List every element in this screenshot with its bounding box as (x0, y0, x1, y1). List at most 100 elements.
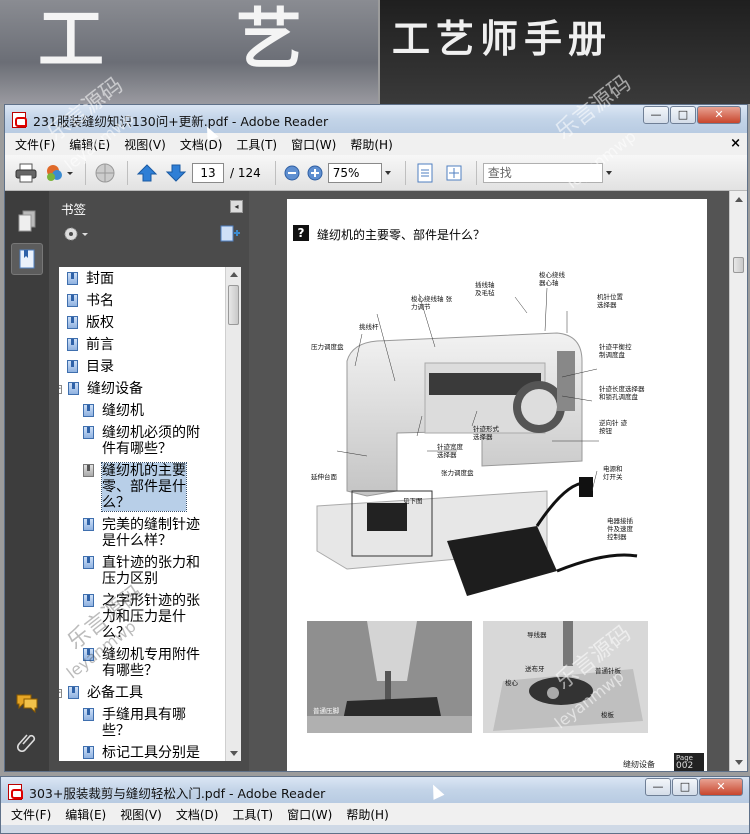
scroll-thumb[interactable] (228, 285, 239, 325)
navigation-rail (5, 191, 49, 771)
pages-panel-button[interactable] (11, 205, 43, 237)
minimize-button[interactable]: — (645, 778, 671, 796)
callout-label: 逆向针 迹按钮 (599, 419, 628, 435)
menu-edit[interactable]: 编辑(E) (65, 806, 106, 823)
callout-label: 插线轴 及毛毡 (475, 281, 495, 297)
pdf-page: ? 缝纫机的主要零、部件是什么？ 梭心绕线轴 张力调节 插线轴 及毛毡 梭心绕线… (287, 199, 707, 771)
page-heading: 缝纫机的主要零、部件是什么？ (317, 228, 486, 242)
bookmark-label: 版权 (86, 315, 114, 331)
bookmark-item[interactable]: 标记工具分别是 (83, 745, 200, 761)
menu-view[interactable]: 视图(V) (120, 806, 162, 823)
callout-label: 见下图 (403, 497, 423, 505)
zoom-level-select[interactable]: 75% (327, 162, 382, 183)
callout-label: 普通压脚 (313, 707, 339, 715)
bookmark-item[interactable]: 缝纫机 (83, 403, 144, 419)
bookmark-label: 必备工具 (87, 685, 143, 701)
menu-view[interactable]: 视图(V) (124, 136, 166, 153)
bookmark-item[interactable]: 直针迹的张力和 压力区别 (83, 555, 200, 587)
menu-document[interactable]: 文档(D) (180, 136, 223, 153)
collapse-icon[interactable]: − (59, 385, 62, 394)
next-page-button[interactable] (163, 160, 189, 186)
close-document-icon[interactable]: × (730, 136, 741, 151)
scroll-down-icon[interactable] (230, 751, 238, 756)
menu-tools[interactable]: 工具(T) (232, 806, 273, 823)
bookmark-label-line: 直针迹的张力和 (102, 555, 200, 571)
globe-icon (95, 163, 115, 182)
comments-panel-button[interactable] (11, 687, 43, 719)
cover-char: 工 (38, 1, 104, 78)
bookmark-item[interactable]: 完美的缝制针迹 是什么样？ (83, 517, 200, 549)
bookmarks-header: 书签 ◂ (49, 191, 249, 221)
scroll-up-icon[interactable] (230, 272, 238, 277)
pdf-app-icon (12, 112, 27, 128)
chevron-down-icon[interactable] (384, 170, 391, 175)
bookmark-item[interactable]: 之字形针迹的张 力和压力是什 么？ (83, 593, 200, 641)
bookmark-item[interactable]: 缝纫机专用附件 有哪些？ (83, 647, 200, 679)
full-screen-button[interactable] (441, 160, 467, 186)
second-title-bar[interactable]: 303+服装裁剪与缝纫轻松入门.pdf - Adobe Reader — □ ✕ (1, 777, 749, 803)
attachments-panel-button[interactable] (11, 725, 43, 757)
menu-document[interactable]: 文档(D) (176, 806, 219, 823)
minimize-button[interactable]: — (643, 106, 669, 124)
collapse-panel-button[interactable]: ◂ (230, 200, 243, 213)
close-button[interactable]: ✕ (699, 778, 743, 796)
arrow-up-icon (136, 163, 158, 181)
bookmark-label: 缝纫机的主要 零、部件是什 么？ (101, 462, 187, 512)
bookmark-item[interactable]: − 必备工具 (59, 685, 143, 701)
previous-page-button[interactable] (134, 160, 160, 186)
share-button[interactable] (42, 160, 76, 186)
menu-edit[interactable]: 编辑(E) (69, 136, 110, 153)
callout-label: 张力调度盘 (441, 469, 474, 477)
bookmark-item[interactable]: 书名 (67, 293, 114, 309)
bookmark-item[interactable]: − 缝纫设备 (59, 381, 143, 397)
bookmark-label: 完美的缝制针迹 是什么样？ (102, 517, 200, 549)
bookmark-item[interactable]: 缝纫机的主要 零、部件是什 么？ (83, 462, 187, 512)
pages-icon (18, 210, 36, 232)
bookmark-item[interactable]: 版权 (67, 315, 114, 331)
bookmark-label-line: 目录 (86, 359, 114, 375)
document-view[interactable]: ? 缝纫机的主要零、部件是什么？ 梭心绕线轴 张力调节 插线轴 及毛毡 梭心绕线… (249, 191, 729, 771)
menu-file[interactable]: 文件(F) (15, 136, 55, 153)
zoom-in-button[interactable] (305, 160, 325, 186)
print-button[interactable] (13, 160, 39, 186)
find-options-chevron-icon[interactable] (605, 170, 612, 175)
scroll-up-icon[interactable] (735, 197, 743, 202)
page-number-input[interactable]: 13 (192, 162, 224, 183)
background-cover-left: 工 艺 (0, 0, 378, 104)
scroll-thumb[interactable] (733, 257, 744, 273)
document-scrollbar[interactable] (729, 191, 747, 771)
menu-tools[interactable]: 工具(T) (236, 136, 277, 153)
scroll-down-icon[interactable] (735, 760, 743, 765)
collapse-icon[interactable]: − (59, 689, 62, 698)
bookmark-scrollbar[interactable] (225, 267, 241, 761)
bookmark-icon (67, 272, 78, 285)
menu-file[interactable]: 文件(F) (11, 806, 51, 823)
options-gear-icon[interactable] (63, 225, 93, 243)
menu-help[interactable]: 帮助(H) (350, 136, 392, 153)
new-bookmark-icon[interactable] (219, 225, 241, 243)
menu-help[interactable]: 帮助(H) (346, 806, 388, 823)
callout-label: 针迹平衡控 制调度盘 (599, 343, 632, 359)
feed-dog-photo: 导线器 送布牙 普通针板 梭心 梭板 (483, 621, 648, 733)
bookmarks-panel: 书签 ◂ 标记工具分别是 手缝用具有哪些？ − 必备工具 缝纫机专用附件有哪些？ 之字形针… (49, 191, 249, 771)
title-bar[interactable]: 231服装缝纫知识130问+更新.pdf - Adobe Reader — □ … (5, 105, 747, 133)
bookmark-label-line: 力和压力是什 (102, 609, 186, 625)
second-reader-window[interactable]: 303+服装裁剪与缝纫轻松入门.pdf - Adobe Reader — □ ✕… (0, 776, 750, 834)
collaborate-button[interactable] (92, 160, 118, 186)
find-input[interactable]: 查找 (482, 162, 603, 183)
fit-page-button[interactable] (412, 160, 438, 186)
bookmark-item[interactable]: 缝纫机必须的附 件有哪些？ (83, 425, 200, 457)
bookmarks-panel-button[interactable] (11, 243, 43, 275)
menu-window[interactable]: 窗口(W) (291, 136, 336, 153)
maximize-button[interactable]: □ (672, 778, 698, 796)
maximize-button[interactable]: □ (670, 106, 696, 124)
menu-window[interactable]: 窗口(W) (287, 806, 332, 823)
zoom-out-button[interactable] (282, 160, 302, 186)
bookmark-item[interactable]: 前言 (67, 337, 114, 353)
callout-label: 挑线杆 (359, 323, 379, 331)
bookmark-item[interactable]: 手缝用具有哪 些？ (83, 707, 186, 739)
close-button[interactable]: ✕ (697, 106, 741, 124)
callout-label: 针迹形式 选择器 (473, 425, 499, 441)
bookmark-item[interactable]: 封面 (67, 271, 114, 287)
bookmark-item[interactable]: 目录 (67, 359, 114, 375)
